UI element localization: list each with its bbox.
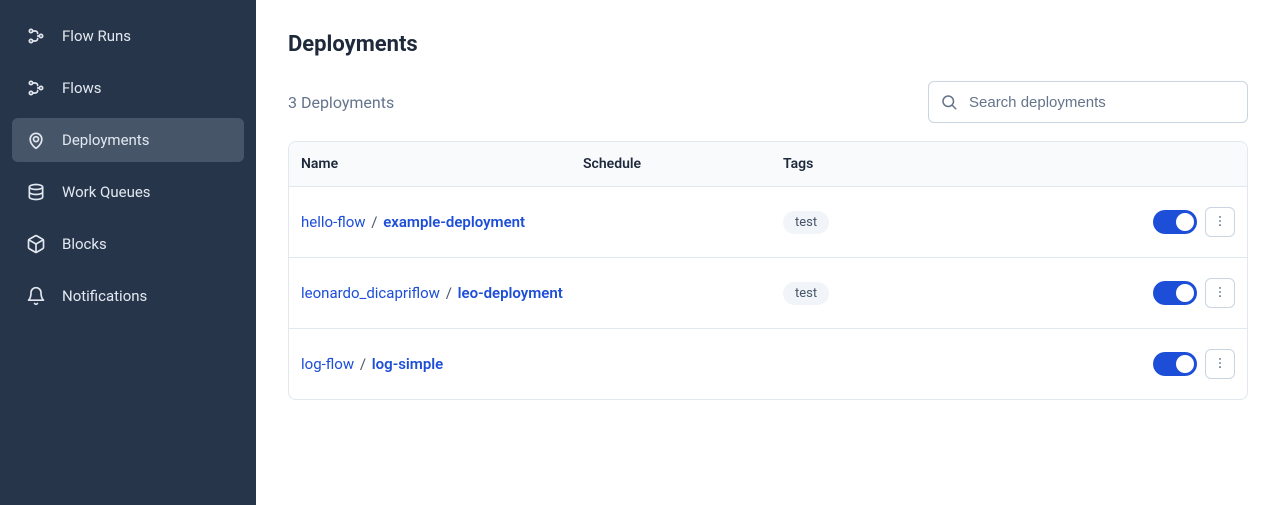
name-cell: leonardo_dicapriflow / leo-deployment xyxy=(301,284,583,302)
deployments-icon xyxy=(26,130,46,150)
sidebar-item-flows[interactable]: Flows xyxy=(12,66,244,110)
actions-cell xyxy=(1115,278,1235,308)
flow-link[interactable]: leonardo_dicapriflow xyxy=(301,284,440,302)
work-queues-icon xyxy=(26,182,46,202)
name-separator: / xyxy=(444,284,458,302)
sidebar-item-label: Work Queues xyxy=(62,183,151,201)
kebab-icon xyxy=(1213,214,1227,231)
name-cell: hello-flow / example-deployment xyxy=(301,213,583,231)
sidebar-item-label: Deployments xyxy=(62,131,149,149)
table-header-tags: Tags xyxy=(783,156,1115,172)
kebab-icon xyxy=(1213,285,1227,302)
deployment-link[interactable]: leo-deployment xyxy=(458,284,563,302)
name-separator: / xyxy=(358,355,372,373)
table-header-name: Name xyxy=(301,156,583,172)
sidebar-item-label: Notifications xyxy=(62,287,147,305)
name-cell: log-flow / log-simple xyxy=(301,355,583,373)
name-separator: / xyxy=(369,213,383,231)
deployments-table: Name Schedule Tags hello-flow / example-… xyxy=(288,141,1248,400)
flows-icon xyxy=(26,78,46,98)
enable-toggle[interactable] xyxy=(1153,352,1197,376)
tag-badge: test xyxy=(783,211,829,234)
flow-link[interactable]: hello-flow xyxy=(301,213,366,231)
toolbar: 3 Deployments xyxy=(288,81,1248,123)
blocks-icon xyxy=(26,234,46,254)
table-header-actions xyxy=(1115,156,1235,172)
sidebar-item-work-queues[interactable]: Work Queues xyxy=(12,170,244,214)
sidebar: Flow Runs Flows Deployments Work Queues xyxy=(0,0,256,505)
main-content: Deployments 3 Deployments Name Schedule … xyxy=(256,0,1280,505)
row-menu-button[interactable] xyxy=(1205,207,1235,237)
notifications-icon xyxy=(26,286,46,306)
search-icon xyxy=(940,93,958,111)
sidebar-item-deployments[interactable]: Deployments xyxy=(12,118,244,162)
deployment-link[interactable]: log-simple xyxy=(372,355,443,373)
actions-cell xyxy=(1115,207,1235,237)
table-row: hello-flow / example-deployment test xyxy=(289,187,1247,258)
kebab-icon xyxy=(1213,356,1227,373)
row-menu-button[interactable] xyxy=(1205,278,1235,308)
search-input[interactable] xyxy=(928,81,1248,123)
tag-badge: test xyxy=(783,282,829,305)
sidebar-item-blocks[interactable]: Blocks xyxy=(12,222,244,266)
row-menu-button[interactable] xyxy=(1205,349,1235,379)
sidebar-item-notifications[interactable]: Notifications xyxy=(12,274,244,318)
search-wrap xyxy=(928,81,1248,123)
actions-cell xyxy=(1115,349,1235,379)
flow-link[interactable]: log-flow xyxy=(301,355,354,373)
page-title: Deployments xyxy=(288,32,1248,57)
sidebar-item-label: Flow Runs xyxy=(62,27,131,45)
sidebar-item-flow-runs[interactable]: Flow Runs xyxy=(12,14,244,58)
table-header-schedule: Schedule xyxy=(583,156,783,172)
enable-toggle[interactable] xyxy=(1153,281,1197,305)
tags-cell: test xyxy=(783,282,1115,305)
sidebar-item-label: Blocks xyxy=(62,235,107,253)
table-row: leonardo_dicapriflow / leo-deployment te… xyxy=(289,258,1247,329)
tags-cell: test xyxy=(783,211,1115,234)
table-row: log-flow / log-simple xyxy=(289,329,1247,399)
deployment-link[interactable]: example-deployment xyxy=(383,213,525,231)
sidebar-item-label: Flows xyxy=(62,79,102,97)
flow-runs-icon xyxy=(26,26,46,46)
deployment-count-label: 3 Deployments xyxy=(288,93,394,112)
enable-toggle[interactable] xyxy=(1153,210,1197,234)
table-header-row: Name Schedule Tags xyxy=(289,142,1247,187)
